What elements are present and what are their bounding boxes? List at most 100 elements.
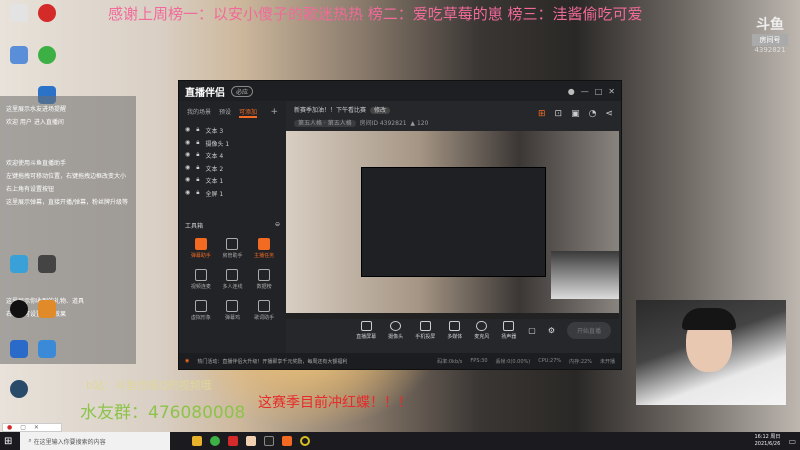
microphone-button[interactable]: 麦克风 xyxy=(474,321,489,340)
eye-icon[interactable]: ◉ xyxy=(185,176,190,185)
eye-icon[interactable]: ◉ xyxy=(185,139,190,148)
identity-v-icon[interactable] xyxy=(264,436,275,446)
notice-text[interactable]: 热门活动：直播伴侣大升级！开播即享千元奖励，每周还有大额福利 xyxy=(197,358,429,365)
stat-dropped: 丢帧:0(0.00%) xyxy=(495,358,531,365)
phone-cast-button[interactable]: 手机投屏 xyxy=(415,321,435,340)
screen-source-button[interactable]: 直播屏幕 xyxy=(356,321,376,340)
lock-icon[interactable]: 🔒︎ xyxy=(196,139,199,148)
desktop-icon[interactable] xyxy=(6,4,32,23)
stat-cpu: CPU:27% xyxy=(538,358,562,364)
stat-bitrate: 码率:0kb/s xyxy=(437,358,463,365)
speaker-button[interactable]: 扬声器 xyxy=(501,321,516,340)
eye-icon[interactable]: ◉ xyxy=(185,164,190,173)
clock[interactable]: 16:12 周日 2021/6/26 xyxy=(754,434,780,448)
avatar[interactable]: ● xyxy=(568,87,575,96)
bell-icon[interactable]: ◔ xyxy=(589,109,597,119)
layer-item[interactable]: ◉ 🔒︎ 文本 2 xyxy=(179,162,286,175)
add-button[interactable]: + xyxy=(270,107,278,118)
start-stream-button[interactable]: 开始直播 xyxy=(566,322,611,339)
qq-group-text: 水友群：476080008 xyxy=(80,403,246,423)
tool-room-admin[interactable]: 房管助手 xyxy=(217,238,249,259)
browser-icon[interactable] xyxy=(210,436,221,446)
eye-icon[interactable]: ◉ xyxy=(185,126,190,135)
nested-preview xyxy=(361,167,546,277)
source-controls: 直播屏幕 摄像头 手机投屏 多媒体 麦克风 扬声器 ▢ ⚙ 开始直播 xyxy=(286,321,621,340)
box-icon[interactable]: ▣ xyxy=(571,109,580,119)
layer-item[interactable]: ◉ 🔒︎ 摄像头 1 xyxy=(179,137,286,150)
desktop-icon[interactable] xyxy=(6,46,32,65)
tool-multi-link[interactable]: 多人连线 xyxy=(217,269,249,290)
layer-item[interactable]: ◉ 🔒︎ 文本 1 xyxy=(179,174,286,187)
desktop-icon[interactable] xyxy=(34,300,60,319)
douyu-app-icon[interactable] xyxy=(228,436,239,446)
chat-line: 左键拖拽可移动位置，右键拖拽边框改变大小 xyxy=(6,173,127,180)
tool-danmu-bot[interactable]: 弹幕鸡 xyxy=(217,300,249,321)
status-bar: ◉ 热门活动：直播伴侣大升级！开播即享千元奖励，每周还有大额福利 码率:0kb/… xyxy=(179,353,621,369)
tab-addable[interactable]: 可添加 xyxy=(239,107,258,118)
lock-icon[interactable]: 🔒︎ xyxy=(196,126,199,135)
bilibili-text: b站：斗鱼你瑶Q的视频哦 xyxy=(86,379,212,392)
taskbar-search-input[interactable]: ⌕ 在这里输入你要搜索的内容 xyxy=(20,432,171,450)
lock-icon[interactable]: 🔒︎ xyxy=(196,189,199,198)
toolbox-title: 工具箱 xyxy=(185,223,204,230)
minimized-window[interactable]: ● ▢ ✕ xyxy=(2,423,62,432)
lock-icon[interactable]: 🔒︎ xyxy=(196,151,199,160)
mini-close-button[interactable]: ✕ xyxy=(34,424,39,431)
search-placeholder: 在这里输入你要搜索的内容 xyxy=(33,438,106,446)
restore-button[interactable]: ▢ xyxy=(20,424,26,431)
tab-presets[interactable]: 预设 xyxy=(219,107,231,118)
minimize-button[interactable]: — xyxy=(581,87,589,96)
desktop-icon[interactable] xyxy=(34,340,60,359)
webcam-overlay xyxy=(636,300,786,405)
desktop-icon[interactable] xyxy=(6,340,32,359)
desktop-icon[interactable] xyxy=(34,255,60,274)
douyu-watermark: 斗鱼 房间号 4392821 xyxy=(752,14,788,54)
notification-icon[interactable]: ▭ xyxy=(788,437,796,446)
version-badge[interactable]: 必应 xyxy=(231,85,254,97)
stream-preview[interactable] xyxy=(286,131,619,319)
share-icon[interactable]: ⋖ xyxy=(605,109,613,119)
tool-avatar[interactable]: 虚拟形象 xyxy=(185,300,217,321)
room-number: 4392821 xyxy=(754,46,786,54)
tab-my-scenes[interactable]: 我的场景 xyxy=(187,107,211,118)
game-icon[interactable] xyxy=(246,436,257,446)
layer-item[interactable]: ◉ 🔒︎ 文本 3 xyxy=(179,124,286,137)
unlock-icon[interactable]: ⊡ xyxy=(555,109,563,119)
tool-lyrics[interactable]: 歌词助手 xyxy=(248,300,280,321)
gift-icon[interactable]: ⊞ xyxy=(538,109,546,119)
file-explorer-icon[interactable] xyxy=(192,436,203,446)
more-icon[interactable]: ⊖ xyxy=(275,221,280,230)
tool-rank[interactable]: 数据榜 xyxy=(248,269,280,290)
lock-icon[interactable]: 🔒︎ xyxy=(196,176,199,185)
stat-memory: 内存:22% xyxy=(569,358,592,365)
toolbox: 工具箱 ⊖ 弹幕助手 房管助手 主播任务 视频连麦 多人连线 数据榜 虚拟形象 弹… xyxy=(179,221,286,321)
desktop-icon[interactable] xyxy=(6,255,32,274)
lock-icon[interactable]: 🔒︎ xyxy=(196,164,199,173)
record-icon[interactable]: ▢ xyxy=(528,326,536,335)
eye-icon[interactable]: ◉ xyxy=(185,189,190,198)
desktop-icon[interactable] xyxy=(6,300,32,319)
tool-tasks[interactable]: 主播任务 xyxy=(248,238,280,259)
desktop-icon[interactable] xyxy=(34,46,60,65)
windows-start-icon[interactable]: ⊞ xyxy=(4,436,12,447)
layer-label: 文本 4 xyxy=(205,153,224,160)
layer-item[interactable]: ◉ 🔒︎ 文本 4 xyxy=(179,149,286,162)
camera-button[interactable]: 摄像头 xyxy=(388,321,403,340)
layer-item[interactable]: ◉ 🔒︎ 全屏 1 xyxy=(179,187,286,200)
live-companion-icon[interactable] xyxy=(282,436,293,446)
scene-panel: 我的场景 预设 可添加 + ◉ 🔒︎ 文本 3 ◉ 🔒︎ 摄像头 1 ◉ 🔒︎ 文本 4 ◉… xyxy=(179,101,286,353)
eye-icon[interactable]: ◉ xyxy=(185,151,190,160)
tool-video-link[interactable]: 视频连麦 xyxy=(185,269,217,290)
edit-title-button[interactable]: 修改 xyxy=(370,107,391,114)
title-bar: 直播伴侣 必应 ● — □ ✕ xyxy=(179,81,621,101)
category-selector[interactable]: 第五人格 · 第五人格 xyxy=(294,120,356,127)
tool-danmu[interactable]: 弹幕助手 xyxy=(185,238,217,259)
close-button[interactable]: ✕ xyxy=(608,87,615,96)
maximize-button[interactable]: □ xyxy=(595,87,603,96)
desktop-icon[interactable] xyxy=(6,380,32,399)
media-button[interactable]: 多媒体 xyxy=(447,321,462,340)
obs-icon[interactable] xyxy=(300,436,311,446)
streamer-cap xyxy=(682,308,736,330)
settings-icon[interactable]: ⚙ xyxy=(548,326,555,335)
desktop-icon[interactable] xyxy=(34,4,60,23)
